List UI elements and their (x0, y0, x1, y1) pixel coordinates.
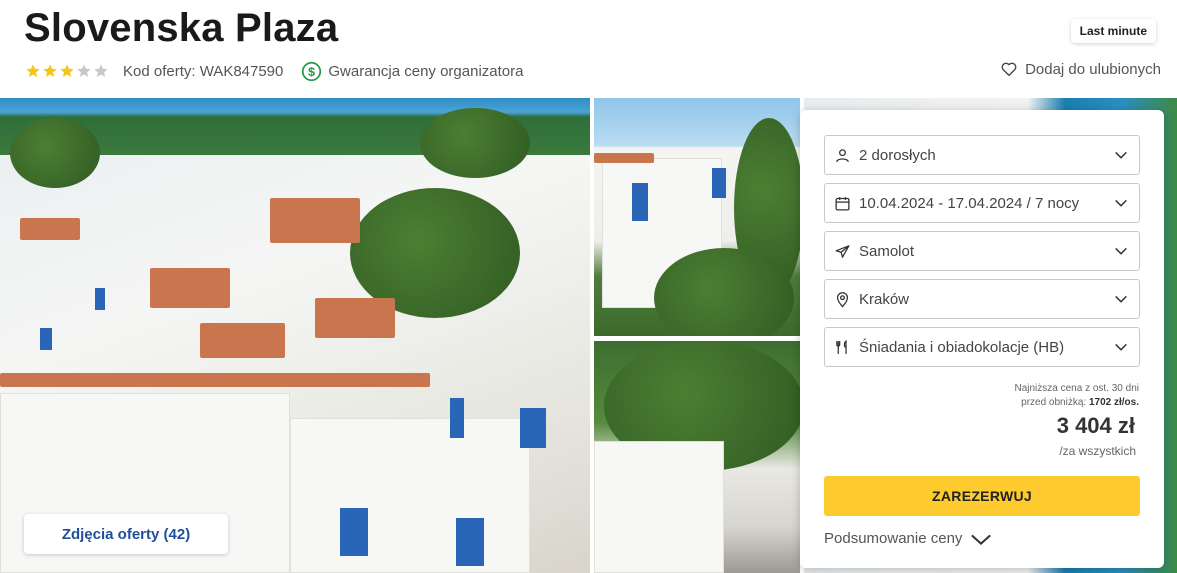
chevron-down-icon (971, 534, 992, 545)
lowest-price-line1: Najniższa cena z ost. 30 dni (1014, 383, 1139, 394)
chevron-down-icon (1115, 295, 1127, 303)
guests-value: 2 dorosłych (859, 146, 936, 164)
star-empty-icon (77, 64, 91, 77)
hotel-photo-street[interactable] (594, 341, 800, 573)
cutlery-icon (836, 339, 847, 354)
star-empty-icon (94, 64, 108, 77)
star-rating (25, 63, 109, 79)
star-filled-icon (43, 64, 57, 77)
svg-text:$: $ (308, 64, 315, 78)
star-filled-icon (60, 64, 74, 77)
dates-value: 10.04.2024 - 17.04.2024 / 7 nocy (859, 194, 1080, 212)
book-button[interactable]: ZAREZERWUJ (824, 476, 1140, 516)
add-to-favorites-button[interactable]: Dodaj do ulubionych (1000, 60, 1161, 78)
chevron-down-icon (1115, 151, 1127, 159)
location-pin-icon (836, 291, 849, 308)
last-minute-badge: Last minute (1070, 19, 1156, 43)
guests-select[interactable]: 2 dorosłych (824, 135, 1140, 175)
price-summary-label: Podsumowanie ceny (824, 530, 963, 547)
offer-meta: Kod oferty: WAK847590 $ Gwarancja ceny o… (25, 58, 523, 84)
price-per-label: /za wszystkich (1059, 444, 1136, 458)
lowest-price-value: 1702 zł/os. (1088, 397, 1139, 408)
calendar-icon (835, 196, 850, 211)
chevron-down-icon (1115, 199, 1127, 207)
dates-select[interactable]: 10.04.2024 - 17.04.2024 / 7 nocy (824, 183, 1140, 223)
departure-select[interactable]: Kraków (824, 279, 1140, 319)
main-hotel-photo[interactable] (0, 98, 590, 573)
booking-panel: 2 dorosłych 10.04.2024 - 17.04.2024 / 7 … (800, 110, 1164, 568)
transport-value: Samolot (859, 242, 915, 260)
star-filled-icon (26, 64, 40, 77)
board-select[interactable]: Śniadania i obiadokolacje (HB) (824, 327, 1140, 367)
lowest-price-note: Najniższa cena z ost. 30 dni przed obniż… (1014, 382, 1139, 410)
price-guarantee: $ Gwarancja ceny organizatora (301, 61, 523, 82)
lowest-price-line2: przed obniżką: (1021, 397, 1089, 408)
person-icon (836, 148, 849, 162)
departure-value: Kraków (859, 290, 910, 308)
offer-code: Kod oferty: WAK847590 (123, 62, 284, 80)
add-to-favorites-label: Dodaj do ulubionych (1025, 60, 1161, 78)
price-summary-toggle[interactable]: Podsumowanie ceny (824, 530, 992, 547)
hotel-photo-building[interactable] (594, 98, 800, 336)
page-title: Slovenska Plaza (24, 6, 339, 50)
chevron-down-icon (1115, 247, 1127, 255)
airplane-icon (835, 244, 850, 258)
chevron-down-icon (1115, 343, 1127, 351)
heart-icon (1001, 62, 1017, 77)
transport-select[interactable]: Samolot (824, 231, 1140, 271)
offer-photos-button[interactable]: Zdjęcia oferty (42) (24, 514, 228, 554)
dollar-circle-icon: $ (302, 61, 322, 81)
price-guarantee-label: Gwarancja ceny organizatora (328, 62, 524, 80)
board-value: Śniadania i obiadokolacje (HB) (859, 338, 1065, 356)
total-price: 3 404 zł (1056, 413, 1135, 438)
